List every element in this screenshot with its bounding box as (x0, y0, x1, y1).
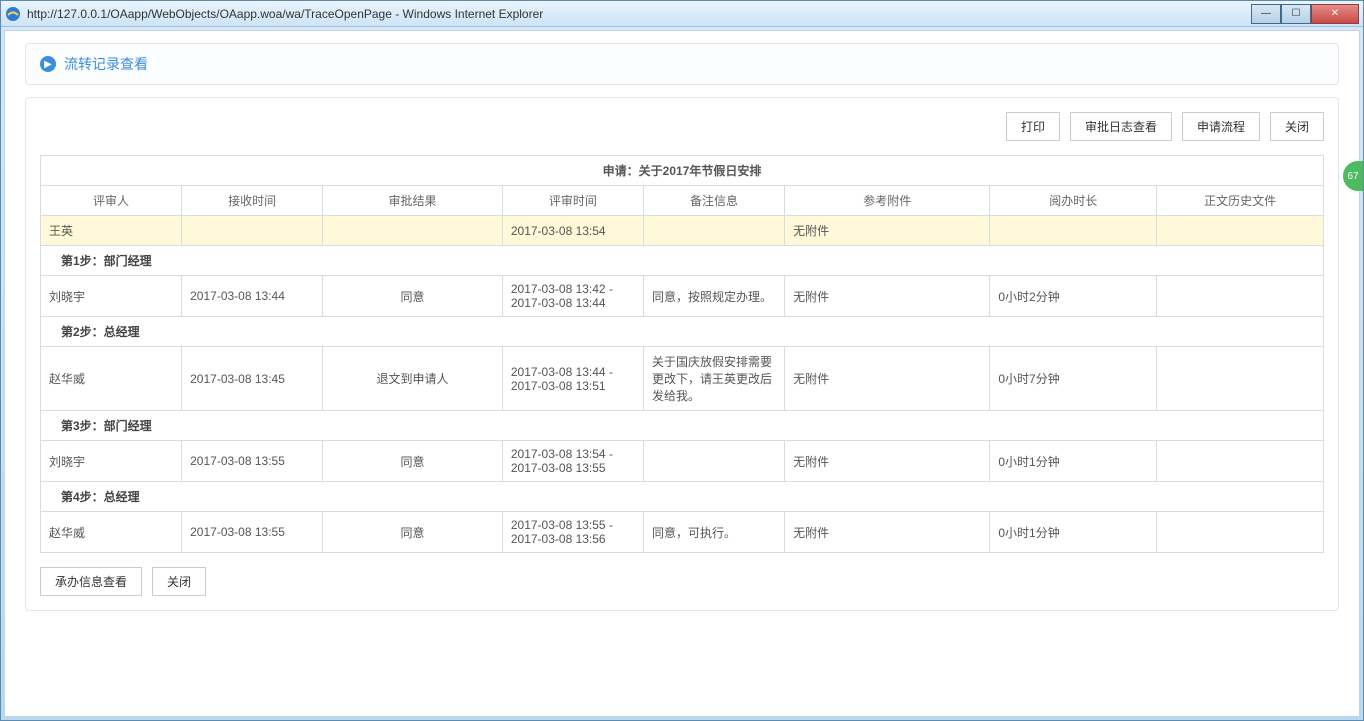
caption-row: 申请：关于2017年节假日安排 (41, 156, 1324, 186)
close-window-button[interactable]: ✕ (1311, 4, 1359, 24)
page-title: 流转记录查看 (64, 54, 148, 74)
table-row: 刘晓宇2017-03-08 13:55同意2017-03-08 13:54 - … (41, 441, 1324, 482)
step-row: 第4步：总经理 (41, 482, 1324, 512)
ie-icon (5, 6, 21, 22)
request-flow-button[interactable]: 申请流程 (1182, 112, 1260, 141)
bottom-toolbar: 承办信息查看 关闭 (40, 567, 1324, 596)
arrow-right-icon: ▶ (40, 56, 56, 72)
table-row: 赵华威2017-03-08 13:45退文到申请人2017-03-08 13:4… (41, 347, 1324, 411)
content-frame: ▶ 流转记录查看 打印 审批日志查看 申请流程 关闭 (4, 30, 1360, 717)
audit-log-button[interactable]: 审批日志查看 (1070, 112, 1172, 141)
step-row: 第3步：部门经理 (41, 411, 1324, 441)
step-row: 第2步：总经理 (41, 317, 1324, 347)
window-buttons: — ☐ ✕ (1251, 4, 1359, 24)
title-bar: http://127.0.0.1/OAapp/WebObjects/OAapp.… (1, 1, 1363, 27)
minimize-button[interactable]: — (1251, 4, 1281, 24)
table-row: 赵华威2017-03-08 13:55同意2017-03-08 13:55 - … (41, 512, 1324, 553)
table-row: 评审人接收时间审批结果评审时间备注信息参考附件阅办时长正文历史文件 (41, 186, 1324, 216)
close-button[interactable]: 关闭 (1270, 112, 1324, 141)
ie-window: http://127.0.0.1/OAapp/WebObjects/OAapp.… (0, 0, 1364, 721)
step-row: 第1步：部门经理 (41, 246, 1324, 276)
top-toolbar: 打印 审批日志查看 申请流程 关闭 (40, 112, 1324, 141)
handle-info-button[interactable]: 承办信息查看 (40, 567, 142, 596)
window-title: http://127.0.0.1/OAapp/WebObjects/OAapp.… (27, 7, 1251, 21)
highlight-row: 王英2017-03-08 13:54无附件 (41, 216, 1324, 246)
bottom-close-button[interactable]: 关闭 (152, 567, 206, 596)
page-header: ▶ 流转记录查看 (25, 43, 1339, 85)
trace-table: 申请：关于2017年节假日安排评审人接收时间审批结果评审时间备注信息参考附件阅办… (40, 155, 1324, 553)
maximize-button[interactable]: ☐ (1281, 4, 1311, 24)
table-row: 刘晓宇2017-03-08 13:44同意2017-03-08 13:42 - … (41, 276, 1324, 317)
main-panel: 打印 审批日志查看 申请流程 关闭 (25, 97, 1339, 611)
print-button[interactable]: 打印 (1006, 112, 1060, 141)
